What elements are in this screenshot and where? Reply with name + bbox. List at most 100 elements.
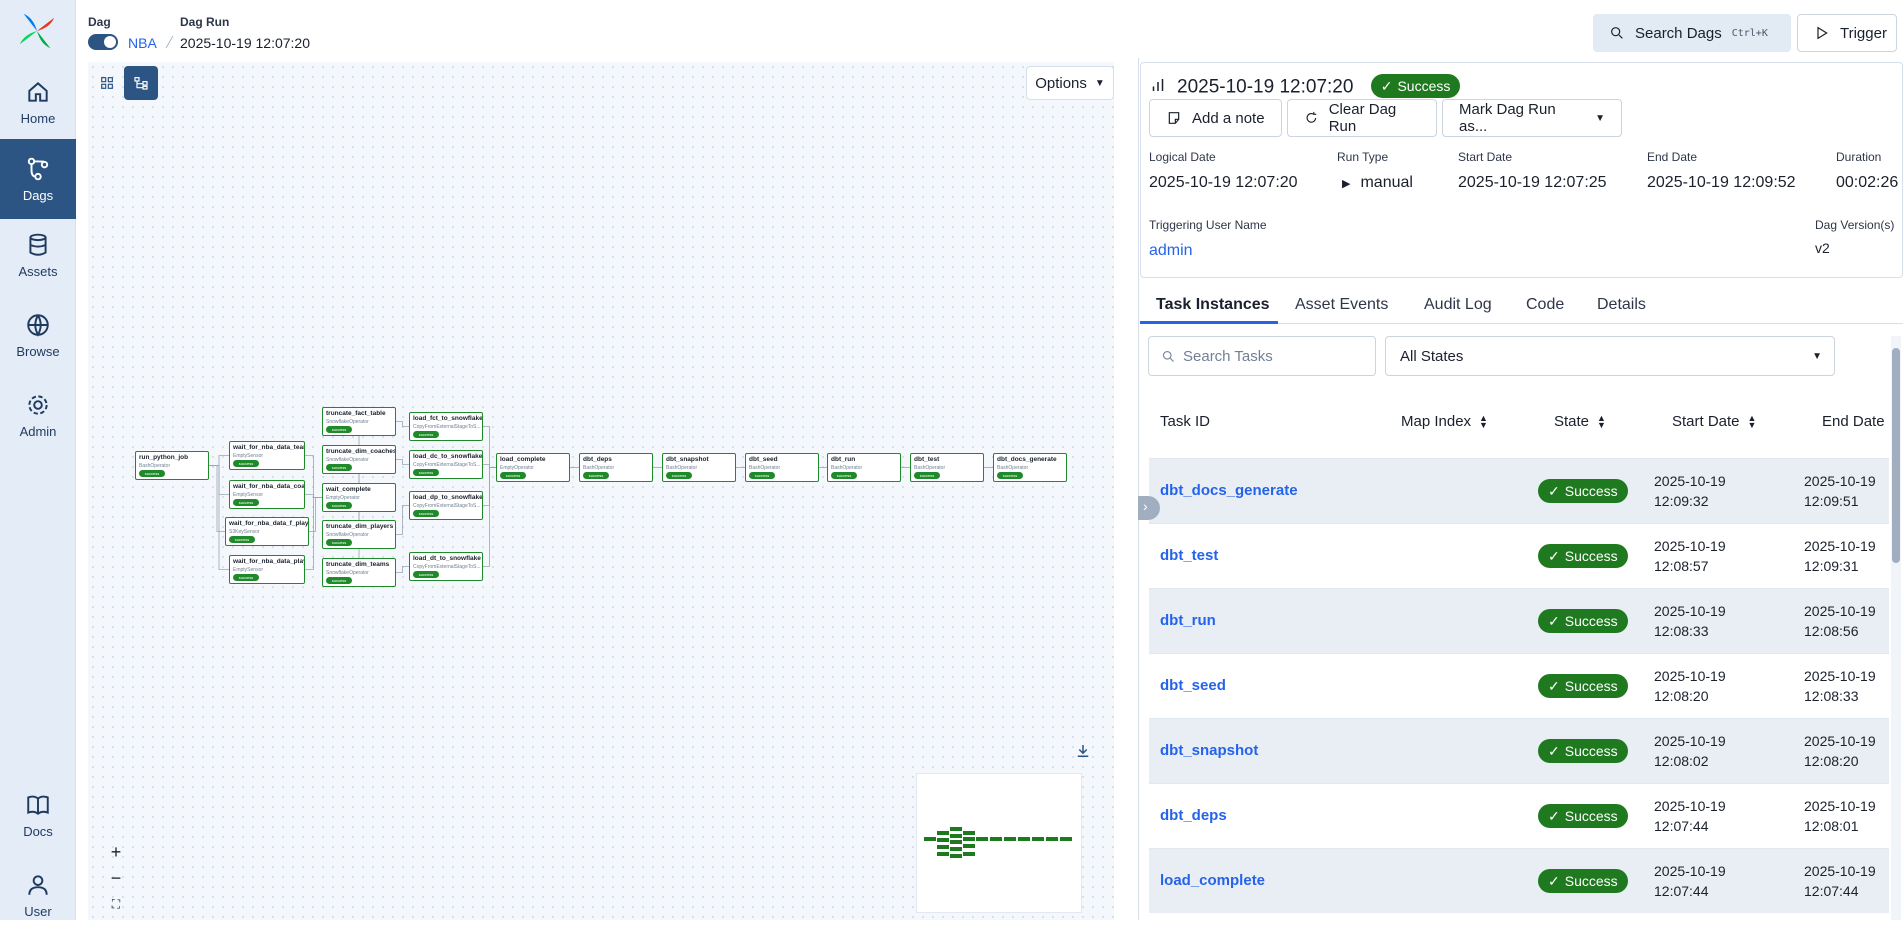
- graph-node[interactable]: run_python_job BashOperator success: [135, 451, 209, 480]
- graph-node[interactable]: wait_for_nba_data_coach EmptySensor succes…: [229, 480, 305, 509]
- task-id-link[interactable]: load_complete: [1160, 872, 1265, 889]
- zoom-in-button[interactable]: +: [104, 840, 128, 864]
- task-end-day: 2025-10-19: [1804, 538, 1876, 554]
- add-note-button[interactable]: Add a note: [1149, 99, 1282, 137]
- nav-browse[interactable]: Browse: [0, 295, 76, 375]
- col-map-index[interactable]: Map Index ▲ ▼: [1401, 413, 1488, 430]
- graph-view-button[interactable]: [124, 66, 158, 100]
- dag-pause-toggle[interactable]: [88, 34, 118, 50]
- table-row[interactable]: dbt_deps ✓ Success 2025-10-19 12:07:44 2025-1…: [1149, 783, 1889, 848]
- graph-node[interactable]: load_dc_to_snowflake CopyFromExternalStag…: [409, 450, 483, 479]
- task-id-link[interactable]: dbt_run: [1160, 612, 1216, 629]
- task-id-link[interactable]: dbt_seed: [1160, 677, 1226, 694]
- search-dags-button[interactable]: Search Dags Ctrl+K: [1593, 14, 1791, 52]
- graph-minimap[interactable]: [916, 773, 1082, 913]
- graph-node[interactable]: load_dt_to_snowflake CopyFromExternalStag…: [409, 552, 483, 581]
- play-icon: ▶: [1342, 178, 1351, 190]
- run-title-text: 2025-10-19 12:07:20: [1177, 76, 1354, 98]
- graph-node-operator: CopyFromExternalStageToS...: [413, 462, 481, 468]
- table-row[interactable]: dbt_seed ✓ Success 2025-10-19 12:08:20 2025-1…: [1149, 653, 1889, 718]
- graph-node[interactable]: truncate_dim_teams SnowflakeOperator succe…: [322, 558, 396, 587]
- graph-node-name: dbt_run: [831, 456, 856, 463]
- nav-user[interactable]: User: [0, 855, 76, 935]
- col-start-date[interactable]: Start Date ▲ ▼: [1672, 413, 1756, 430]
- table-scrollbar-thumb[interactable]: [1892, 348, 1900, 563]
- table-row[interactable]: dbt_run ✓ Success 2025-10-19 12:08:33 2025-10…: [1149, 588, 1889, 653]
- nav-docs[interactable]: Docs: [0, 775, 76, 855]
- graph-node-name: wait_for_nba_data_f_player: [229, 520, 309, 527]
- play-icon: [1817, 26, 1828, 40]
- graph-node[interactable]: dbt_seed BashOperator success: [745, 453, 819, 482]
- tab-code[interactable]: Code: [1526, 296, 1564, 314]
- task-state-text: Success: [1564, 873, 1618, 889]
- chevron-down-icon: ▼: [1094, 77, 1105, 89]
- graph-node[interactable]: dbt_snapshot BashOperator success: [662, 453, 736, 482]
- tab-task-instances[interactable]: Task Instances: [1156, 296, 1270, 314]
- tab-details[interactable]: Details: [1597, 296, 1646, 314]
- tab-audit-log[interactable]: Audit Log: [1424, 296, 1492, 314]
- state-filter-value: All States: [1400, 347, 1464, 365]
- trigger-user-link[interactable]: admin: [1149, 242, 1193, 260]
- graph-node-state: success: [413, 469, 439, 476]
- graph-node[interactable]: load_dp_to_snowflake CopyFromExternalStag…: [409, 491, 483, 520]
- graph-node[interactable]: dbt_deps BashOperator success: [579, 453, 653, 482]
- graph-node[interactable]: dbt_run BashOperator success: [827, 453, 901, 482]
- nav-assets[interactable]: Assets: [0, 215, 76, 295]
- chevron-down-icon: ▼: [1595, 112, 1605, 124]
- mark-dag-run-button[interactable]: Mark Dag Run as... ▼: [1442, 99, 1622, 137]
- graph-node[interactable]: truncate_dim_coaches SnowflakeOperator suc…: [322, 445, 396, 474]
- breadcrumb-dag-link[interactable]: NBA: [128, 35, 157, 51]
- airflow-logo[interactable]: [18, 12, 56, 50]
- graph-node[interactable]: wait_for_nba_data_f_player S3KeySensor suc…: [225, 517, 309, 546]
- trigger-button[interactable]: Trigger: [1797, 14, 1897, 52]
- table-row[interactable]: dbt_docs_generate ✓ Success 2025-10-19 12:09…: [1149, 458, 1889, 523]
- download-icon[interactable]: [1074, 742, 1092, 760]
- tab-asset-events[interactable]: Asset Events: [1295, 296, 1388, 314]
- search-icon: [1611, 27, 1623, 39]
- graph-node-name: dbt_deps: [583, 456, 612, 463]
- globe-icon: [27, 313, 49, 337]
- state-filter-select[interactable]: All States ▼: [1385, 336, 1835, 376]
- graph-node-operator: EmptySensor: [233, 567, 264, 573]
- task-start-day: 2025-10-19: [1654, 473, 1726, 489]
- breadcrumb-run-date[interactable]: 2025-10-19 12:07:20: [180, 35, 310, 51]
- task-start-time: 12:08:02: [1654, 753, 1709, 769]
- table-row[interactable]: dbt_snapshot ✓ Success 2025-10-19 12:08:02 20…: [1149, 718, 1889, 783]
- task-start-time: 12:08:57: [1654, 558, 1709, 574]
- fit-view-button[interactable]: ⛶: [104, 892, 128, 916]
- graph-node[interactable]: wait_complete EmptyOperator success: [322, 483, 396, 512]
- grid-view-button[interactable]: [90, 66, 124, 100]
- graph-node[interactable]: truncate_fact_table SnowflakeOperator succ…: [322, 407, 396, 436]
- col-end-date: End Date: [1822, 413, 1885, 430]
- search-tasks-input[interactable]: Search Tasks: [1148, 336, 1376, 376]
- zoom-out-button[interactable]: −: [104, 866, 128, 890]
- task-id-link[interactable]: dbt_deps: [1160, 807, 1227, 824]
- graph-node-name: wait_for_nba_data_coach: [233, 483, 305, 490]
- task-end-day: 2025-10-19: [1804, 603, 1876, 619]
- options-button[interactable]: Options ▼: [1026, 66, 1114, 100]
- active-tab-indicator: [1140, 321, 1278, 324]
- clear-dag-run-button[interactable]: Clear Dag Run: [1287, 99, 1437, 137]
- graph-node[interactable]: dbt_test BashOperator success: [910, 453, 984, 482]
- dag-version-label: Dag Version(s): [1815, 218, 1895, 232]
- nav-dags[interactable]: Dags: [0, 139, 76, 219]
- graph-node[interactable]: wait_for_nba_data_player EmptySensor succe…: [229, 555, 305, 584]
- graph-node[interactable]: load_complete EmptyOperator success: [496, 453, 570, 482]
- nav-home[interactable]: Home: [0, 62, 76, 142]
- graph-node[interactable]: truncate_dim_players SnowflakeOperator suc…: [322, 520, 396, 549]
- table-row[interactable]: dbt_test ✓ Success 2025-10-19 12:08:57 2025-1…: [1149, 523, 1889, 588]
- graph-node[interactable]: dbt_docs_generate BashOperator success: [993, 453, 1067, 482]
- task-id-link[interactable]: dbt_snapshot: [1160, 742, 1258, 759]
- col-map-index-label: Map Index: [1401, 413, 1472, 430]
- breadcrumb-dag-label: Dag: [88, 15, 111, 29]
- nav-dags-label: Dags: [22, 187, 54, 203]
- nav-browse-label: Browse: [16, 343, 60, 359]
- graph-node[interactable]: load_fct_to_snowflake CopyFromExternalSta…: [409, 412, 483, 441]
- table-row[interactable]: load_complete ✓ Success 2025-10-19 12:07:44 2…: [1149, 848, 1889, 913]
- task-start-date: 2025-10-19 12:08:02: [1654, 731, 1726, 771]
- task-id-link[interactable]: dbt_test: [1160, 547, 1218, 564]
- nav-admin[interactable]: Admin: [0, 375, 76, 455]
- graph-node[interactable]: wait_for_nba_data_team EmptySensor success: [229, 441, 305, 470]
- col-state[interactable]: State ▲ ▼: [1554, 413, 1606, 430]
- task-id-link[interactable]: dbt_docs_generate: [1160, 482, 1298, 499]
